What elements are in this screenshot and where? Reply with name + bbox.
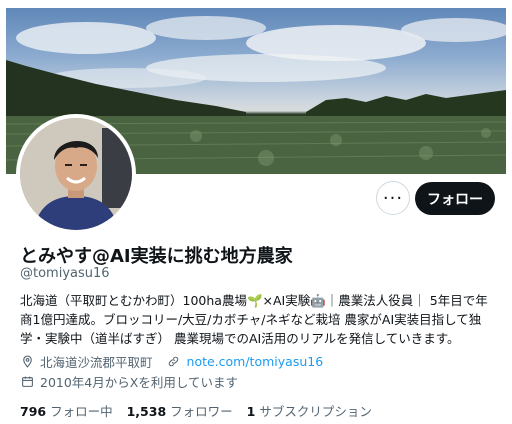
follow-stats: 796 フォロー中 1,538 フォロワー 1 サブスクリプション xyxy=(20,401,372,420)
avatar-illustration xyxy=(20,118,132,230)
follow-button[interactable]: フォロー xyxy=(415,182,495,215)
user-handle: @tomiyasu16 xyxy=(20,266,110,281)
link-icon xyxy=(167,355,181,369)
followers-label: フォロワー xyxy=(170,404,233,419)
followers-count: 1,538 xyxy=(126,404,167,419)
subscriptions-label: サブスクリプション xyxy=(259,404,372,419)
profile-bio: 北海道（平取町とむかわ町）100ha農場🌱×AI実験🤖｜農業法人役員｜ 5年目で… xyxy=(20,291,500,348)
bio-line: 北海道（平取町とむかわ町）100ha農場🌱×AI実験🤖｜農業法人役員｜ 5年目で… xyxy=(20,293,488,308)
avatar[interactable] xyxy=(16,114,136,234)
joined-date: 2010年4月からXを利用しています xyxy=(40,375,238,390)
subscriptions-count: 1 xyxy=(246,404,256,419)
following-link[interactable]: 796 フォロー中 xyxy=(20,401,113,420)
follow-button-label: フォロー xyxy=(427,191,483,208)
subscriptions-link[interactable]: 1 サブスクリプション xyxy=(247,401,372,420)
followers-link[interactable]: 1,538 フォロワー xyxy=(127,401,233,420)
profile-joined-row: 2010年4月からXを利用しています xyxy=(20,372,238,391)
avatar-photo xyxy=(20,118,132,230)
profile-meta-row: 北海道沙流郡平取町 note.com/tomiyasu16 xyxy=(20,352,323,371)
following-count: 796 xyxy=(20,404,47,419)
following-label: フォロー中 xyxy=(50,404,113,419)
bio-line: 学・実験中（道半ばすぎ） 農業現場でのAI活用のリアルを発信していきます。 xyxy=(20,331,460,346)
website-link[interactable]: note.com/tomiyasu16 xyxy=(187,354,324,369)
bio-line: 商1億円達成。ブロッコリー/大豆/カボチャ/ネギなど栽培 農家がAI実装目指して… xyxy=(20,312,482,327)
more-options-button[interactable]: ··· xyxy=(376,181,410,215)
calendar-icon xyxy=(20,375,34,389)
display-name: とみやす@AI実装に挑む地方農家 xyxy=(20,246,293,267)
more-dots-icon: ··· xyxy=(382,187,404,209)
location-text: 北海道沙流郡平取町 xyxy=(40,355,153,370)
top-strip xyxy=(0,0,512,8)
location-pin-icon xyxy=(20,355,34,369)
